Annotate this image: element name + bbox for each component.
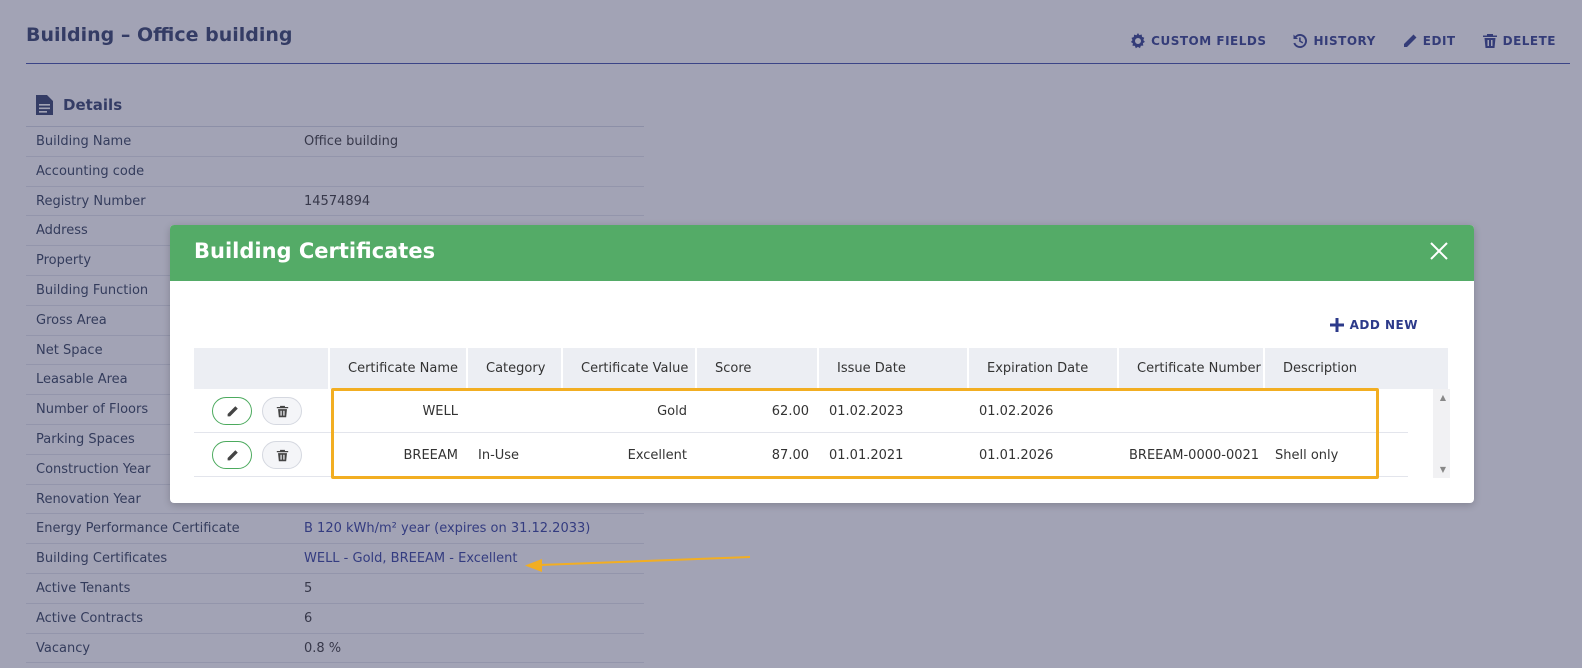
cell-category bbox=[468, 389, 563, 433]
plus-icon bbox=[1329, 318, 1344, 332]
actions-column-header bbox=[194, 348, 330, 389]
close-button[interactable] bbox=[1428, 240, 1450, 262]
column-header[interactable]: Score bbox=[697, 348, 819, 389]
trash-icon bbox=[276, 405, 288, 417]
column-header[interactable]: Issue Date bbox=[819, 348, 969, 389]
column-header[interactable]: Certificate Value bbox=[563, 348, 697, 389]
pencil-icon bbox=[227, 449, 238, 460]
pencil-icon bbox=[227, 405, 238, 416]
scroll-down-icon[interactable]: ▼ bbox=[1440, 465, 1446, 474]
table-row: BREEAM In-Use Excellent 87.00 01.01.2021 01.0… bbox=[194, 433, 1408, 477]
building-certificates-modal: Building Certificates ADD NEW Certificat… bbox=[170, 225, 1474, 503]
modal-title: Building Certificates bbox=[194, 239, 436, 263]
certificates-table: Certificate Name Category Certificate Valu… bbox=[194, 348, 1450, 478]
cell-issue: 01.02.2023 bbox=[829, 403, 904, 419]
cell-category: In-Use bbox=[478, 447, 520, 463]
column-header[interactable]: Expiration Date bbox=[969, 348, 1119, 389]
cell-score: 87.00 bbox=[771, 447, 809, 463]
delete-row-button[interactable] bbox=[262, 441, 302, 469]
cell-expiration: 01.02.2026 bbox=[979, 403, 1054, 419]
add-new-label: ADD NEW bbox=[1349, 318, 1418, 332]
cell-number: BREEAM-0000-0021 bbox=[1129, 447, 1260, 463]
cell-value: Gold bbox=[657, 403, 687, 419]
delete-row-button[interactable] bbox=[262, 397, 302, 425]
table-row: WELL Gold 62.00 01.02.2023 01.02.2026 bbox=[194, 389, 1408, 433]
cell-description bbox=[1265, 389, 1408, 433]
edit-row-button[interactable] bbox=[212, 397, 252, 425]
table-header: Certificate Name Category Certificate Valu… bbox=[194, 348, 1450, 389]
close-icon bbox=[1430, 242, 1448, 260]
cell-name: WELL bbox=[422, 403, 458, 419]
column-header[interactable]: Category bbox=[468, 348, 563, 389]
column-header[interactable]: Certificate Number bbox=[1119, 348, 1265, 389]
table-scrollbar[interactable]: ▲ ▼ bbox=[1408, 389, 1450, 478]
trash-icon bbox=[276, 449, 288, 461]
table-body: WELL Gold 62.00 01.02.2023 01.02.2026 BREEAM I… bbox=[194, 389, 1450, 477]
modal-header: Building Certificates bbox=[170, 225, 1474, 281]
cell-expiration: 01.01.2026 bbox=[979, 447, 1054, 463]
cell-number bbox=[1119, 389, 1265, 433]
column-header[interactable]: Certificate Name bbox=[330, 348, 468, 389]
scroll-up-icon[interactable]: ▲ bbox=[1440, 393, 1446, 402]
cell-description: Shell only bbox=[1275, 447, 1339, 463]
add-new-button[interactable]: ADD NEW bbox=[1329, 318, 1418, 332]
cell-name: BREEAM bbox=[403, 447, 459, 463]
cell-issue: 01.01.2021 bbox=[829, 447, 904, 463]
cell-value: Excellent bbox=[627, 447, 687, 463]
cell-score: 62.00 bbox=[771, 403, 809, 419]
column-header[interactable]: Description bbox=[1265, 348, 1450, 389]
edit-row-button[interactable] bbox=[212, 441, 252, 469]
